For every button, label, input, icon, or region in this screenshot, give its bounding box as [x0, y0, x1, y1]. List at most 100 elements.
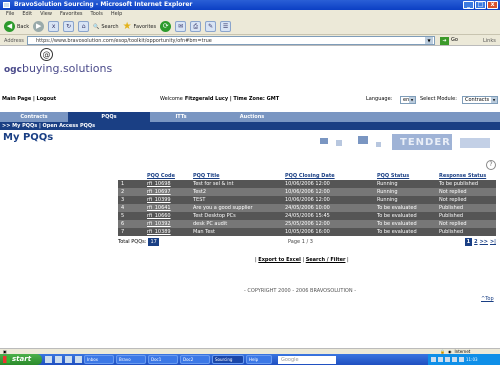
- print-icon[interactable]: ⎙: [190, 21, 202, 32]
- closing-date: 10/06/2006 12:00: [282, 188, 374, 196]
- search-button[interactable]: 🔍 Search: [93, 24, 118, 30]
- col-pqq-title[interactable]: PQQ Title: [190, 172, 282, 180]
- home-icon[interactable]: ⌂: [78, 21, 90, 32]
- tab-contracts[interactable]: Contracts: [0, 112, 68, 122]
- page-2[interactable]: 2: [474, 238, 477, 246]
- go-button[interactable]: ➜ Go: [440, 36, 458, 45]
- quicklaunch-icon[interactable]: [45, 356, 52, 363]
- google-search-box[interactable]: Google: [278, 355, 336, 364]
- language-label: Language:: [366, 96, 393, 102]
- next-page[interactable]: >>: [480, 238, 488, 246]
- taskbar-button[interactable]: Doc2: [180, 355, 210, 364]
- response-status: Not replied: [436, 188, 496, 196]
- forward-arrow-icon[interactable]: ▶: [33, 21, 45, 32]
- back-button[interactable]: ◀ Back: [4, 21, 29, 32]
- row-index: 6: [118, 220, 144, 228]
- pqq-code-link[interactable]: rfi_10660: [144, 212, 190, 220]
- pqq-code-link[interactable]: rfi_10389: [144, 228, 190, 236]
- taskbar-button[interactable]: Inbox: [84, 355, 114, 364]
- menu-favorites[interactable]: Favorites: [60, 10, 83, 19]
- language-select[interactable]: en ▼: [400, 96, 416, 104]
- search-filter-link[interactable]: Search / Filter: [306, 257, 346, 263]
- favorites-button[interactable]: ★ Favorites: [123, 21, 157, 32]
- edit-icon[interactable]: ✎: [205, 21, 217, 32]
- ogc-logo: @ ogcbuying.solutions: [4, 48, 114, 80]
- pqq-code-link[interactable]: rfi_10641: [144, 204, 190, 212]
- row-index: 3: [118, 196, 144, 204]
- page-1[interactable]: 1: [464, 238, 473, 246]
- response-status: Published: [436, 228, 496, 236]
- table-row[interactable]: 6 rfi_10392 desk PC audit 25/05/2006 12:00 T…: [118, 220, 496, 228]
- menu-file[interactable]: File: [6, 10, 14, 19]
- export-excel-link[interactable]: Export to Excel: [258, 257, 301, 263]
- row-index: 1: [118, 180, 144, 188]
- refresh-icon[interactable]: ↻: [63, 21, 75, 32]
- select-module-label: Select Module:: [420, 96, 457, 102]
- address-dropdown-icon[interactable]: ▼: [425, 37, 433, 44]
- start-button[interactable]: start: [0, 354, 42, 365]
- maximize-button[interactable]: □: [475, 1, 486, 9]
- taskbar-button[interactable]: Help: [246, 355, 272, 364]
- logo-name: buying.solutions: [21, 62, 113, 75]
- tab-auctions[interactable]: Auctions: [212, 112, 292, 122]
- col-closing-date[interactable]: PQQ Closing Date: [282, 172, 374, 180]
- closing-date: 10/06/2006 12:00: [282, 196, 374, 204]
- menu-view[interactable]: View: [40, 10, 52, 19]
- taskbar-button[interactable]: Doc1: [148, 355, 178, 364]
- response-status: To be published: [436, 180, 496, 188]
- page-title: My PQQs: [3, 132, 54, 143]
- mail-icon[interactable]: ✉: [175, 21, 187, 32]
- col-pqq-status[interactable]: PQQ Status: [374, 172, 436, 180]
- menu-tools[interactable]: Tools: [91, 10, 103, 19]
- sub-nav[interactable]: >> My PQQs | Open Access PQQs: [0, 122, 500, 130]
- browser-toolbar: ◀ Back ▶ x ↻ ⌂ 🔍 Search ★ Favorites ⟳ ✉ ⎙ ✎…: [0, 19, 500, 35]
- table-row[interactable]: 5 rfi_10660 Test Desktop PCs 24/05/2006 15:…: [118, 212, 496, 220]
- taskbar-button[interactable]: Sourcing: [212, 355, 244, 364]
- last-page[interactable]: >|: [490, 238, 496, 246]
- tab-pqqs[interactable]: PQQs: [68, 112, 150, 122]
- quicklaunch-icon[interactable]: [75, 356, 82, 363]
- history-icon[interactable]: ⟳: [160, 21, 172, 32]
- to-top-link[interactable]: ^Top: [481, 296, 494, 302]
- tray-icon[interactable]: [431, 357, 436, 362]
- tray-icon[interactable]: [459, 357, 464, 362]
- tab-itts[interactable]: ITTs: [150, 112, 212, 122]
- tray-icon[interactable]: [438, 357, 443, 362]
- stop-icon[interactable]: x: [48, 21, 60, 32]
- table-row[interactable]: 3 rfi_10399 TEST 10/06/2006 12:00 Running Not…: [118, 196, 496, 204]
- module-select[interactable]: Contracts ▼: [462, 96, 498, 104]
- table-row[interactable]: 1 rfi_10698 Test for sel & int 10/06/2006 1…: [118, 180, 496, 188]
- banner-word: TENDER: [400, 137, 451, 148]
- tray-icon[interactable]: [452, 357, 457, 362]
- tray-icon[interactable]: [445, 357, 450, 362]
- col-pqq-code[interactable]: PQQ Code: [144, 172, 190, 180]
- menu-edit[interactable]: Edit: [22, 10, 32, 19]
- close-button[interactable]: x: [487, 1, 498, 9]
- top-nav: Main Page | Logout Welcome Fitzgerald Luc…: [0, 95, 500, 104]
- links-button[interactable]: Links: [483, 38, 496, 44]
- logo-text: ogcbuying.solutions: [4, 62, 112, 75]
- table-row[interactable]: 2 rfi_10697 Test2 10/06/2006 12:00 Running No…: [118, 188, 496, 196]
- response-status: Published: [436, 212, 496, 220]
- quicklaunch-icon[interactable]: [65, 356, 72, 363]
- pqq-code-link[interactable]: rfi_10697: [144, 188, 190, 196]
- main-page-logout-links[interactable]: Main Page | Logout: [2, 95, 56, 104]
- tender-banner: TENDER: [310, 132, 500, 152]
- minimize-button[interactable]: _: [463, 1, 474, 9]
- pqq-code-link[interactable]: rfi_10698: [144, 180, 190, 188]
- pqq-title: Are you a good supplier: [190, 204, 282, 212]
- address-input[interactable]: https://www.bravosolution.com/esop/toolk…: [27, 36, 435, 45]
- taskbar-button[interactable]: Bravo: [116, 355, 146, 364]
- pqq-title: desk PC audit: [190, 220, 282, 228]
- totals-row: Total PQQs: 17 Page 1 / 3 1 2 >> >|: [118, 238, 496, 246]
- pqq-code-link[interactable]: rfi_10399: [144, 196, 190, 204]
- table-row[interactable]: 4 rfi_10641 Are you a good supplier 24/05/2…: [118, 204, 496, 212]
- col-response-status[interactable]: Response Status: [436, 172, 496, 180]
- help-icon[interactable]: ?: [486, 160, 496, 170]
- row-index: 2: [118, 188, 144, 196]
- table-row[interactable]: 7 rfi_10389 Man Test 10/05/2006 16:00 To be …: [118, 228, 496, 236]
- discuss-icon[interactable]: ☰: [220, 21, 232, 32]
- pqq-code-link[interactable]: rfi_10392: [144, 220, 190, 228]
- menu-help[interactable]: Help: [111, 10, 122, 19]
- quicklaunch-icon[interactable]: [55, 356, 62, 363]
